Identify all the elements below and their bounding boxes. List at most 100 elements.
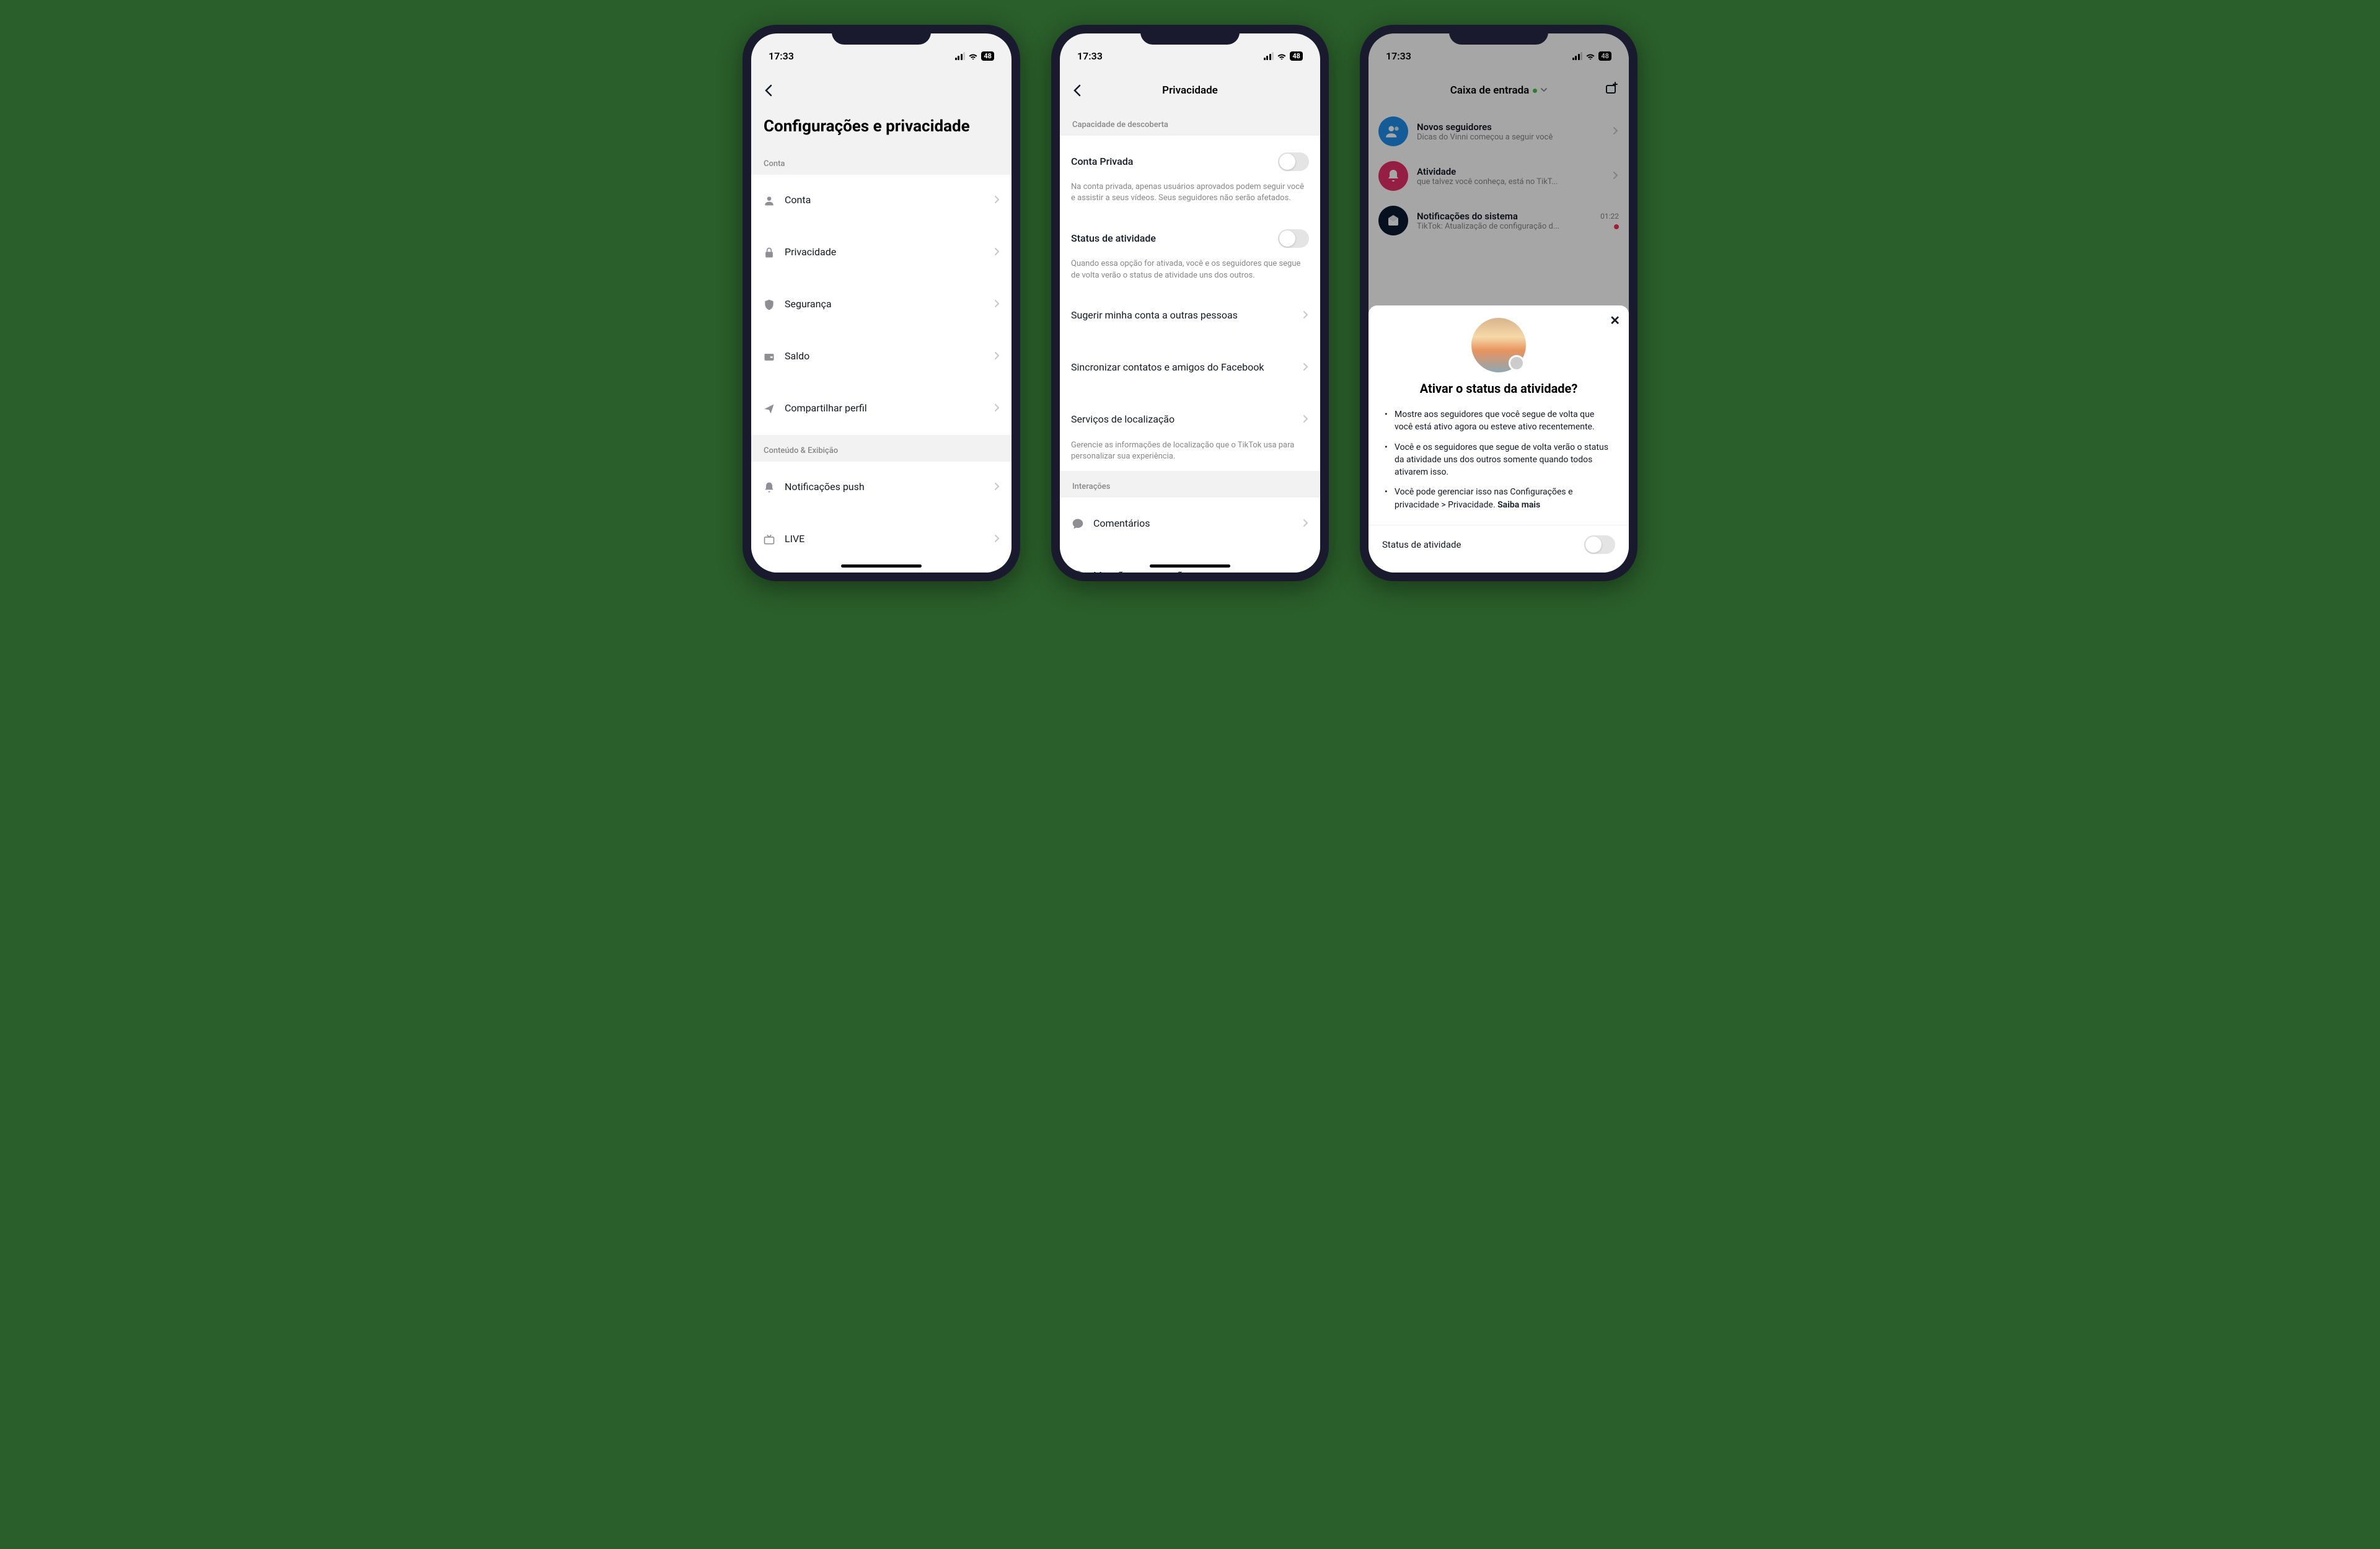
wifi-icon — [1277, 52, 1287, 59]
row-label: Compartilhar perfil — [785, 402, 985, 415]
learn-more-link[interactable]: Saiba mais — [1497, 500, 1540, 510]
sheet-activity-toggle[interactable] — [1584, 535, 1615, 554]
tv-icon — [762, 533, 776, 546]
wallet-icon — [762, 350, 776, 364]
privacy-scroll[interactable]: Capacidade de descoberta Conta Privada N… — [1060, 109, 1320, 573]
battery-icon: 48 — [981, 51, 994, 61]
phone-frame-inbox: 17:33 48 Caixa de entrada — [1360, 25, 1637, 581]
back-button[interactable] — [1070, 83, 1085, 98]
shield-icon — [762, 298, 776, 312]
at-icon — [1071, 569, 1085, 573]
row-label: LIVE — [785, 533, 985, 546]
notch — [832, 25, 931, 45]
activity-status-toggle[interactable] — [1278, 229, 1309, 248]
back-button[interactable] — [761, 83, 776, 98]
private-account-toggle[interactable] — [1278, 152, 1309, 171]
nav-header: Privacidade — [1060, 72, 1320, 109]
chevron-right-icon — [1303, 414, 1309, 426]
row-privacy[interactable]: Privacidade — [751, 227, 1011, 279]
signal-icon — [955, 52, 966, 60]
battery-icon: 48 — [1290, 51, 1303, 61]
section-discoverability: Capacidade de descoberta — [1060, 109, 1320, 136]
section-content-header: Conteúdo & Exibição — [751, 435, 1011, 462]
phone-frame-settings: 17:33 48 Configurações e privacidade Con… — [743, 25, 1020, 581]
chevron-right-icon — [994, 533, 1000, 545]
screen: 17:33 48 Configurações e privacidade Con… — [751, 33, 1011, 573]
screen: 17:33 48 Caixa de entrada — [1368, 33, 1629, 573]
row-label: Notificações push — [785, 481, 985, 494]
sheet-bullets: Mostre aos seguidores que você segue de … — [1368, 405, 1629, 515]
person-icon — [762, 194, 776, 208]
wifi-icon — [968, 52, 978, 59]
row-label: Segurança — [785, 298, 985, 311]
screen: 17:33 48 Privacidade Capacidade de desco… — [1060, 33, 1320, 573]
row-mentions[interactable]: Menções e marcações — [1060, 550, 1320, 573]
status-time: 17:33 — [1077, 50, 1190, 62]
sheet-toggle-label: Status de atividade — [1382, 539, 1461, 550]
location-desc: Gerencie as informações de localização q… — [1060, 440, 1320, 471]
chevron-right-icon — [1303, 570, 1309, 573]
row-label: Privacidade — [785, 246, 985, 259]
lock-icon — [762, 246, 776, 260]
chevron-right-icon — [1303, 362, 1309, 374]
row-comments[interactable]: Comentários — [1060, 498, 1320, 550]
row-private-account: Conta Privada — [1060, 136, 1320, 188]
row-account[interactable]: Conta — [751, 175, 1011, 227]
avatar — [1471, 318, 1526, 372]
notch — [1449, 25, 1548, 45]
chevron-right-icon — [1303, 518, 1309, 530]
bullet-item: Você pode gerenciar isso nas Configuraçõ… — [1385, 482, 1613, 515]
bell-icon — [762, 481, 776, 494]
row-security[interactable]: Segurança — [751, 279, 1011, 331]
activity-status-desc: Quando essa opção for ativada, você e os… — [1060, 258, 1320, 289]
row-label: Serviços de localização — [1071, 413, 1294, 426]
share-icon — [762, 402, 776, 416]
row-label: Sincronizar contatos e amigos do Faceboo… — [1071, 361, 1294, 374]
chevron-right-icon — [994, 195, 1000, 206]
chevron-right-icon — [994, 481, 1000, 493]
status-icons: 48 — [1190, 51, 1303, 61]
row-label: Menções e marcações — [1093, 569, 1294, 573]
home-indicator[interactable] — [1150, 564, 1230, 568]
activity-status-sheet: ✕ Ativar o status da atividade? Mostre a… — [1368, 305, 1629, 573]
list-discoverability: Conta Privada Na conta privada, apenas u… — [1060, 136, 1320, 471]
status-time: 17:33 — [769, 50, 881, 62]
section-account-header: Conta — [751, 148, 1011, 175]
list-interactions: Comentários Menções e marcações Mensagen… — [1060, 498, 1320, 573]
nav-header — [751, 72, 1011, 109]
row-sync-contacts[interactable]: Sincronizar contatos e amigos do Faceboo… — [1060, 342, 1320, 394]
row-label: Saldo — [785, 350, 985, 363]
row-live[interactable]: LIVE — [751, 514, 1011, 566]
row-share-profile[interactable]: Compartilhar perfil — [751, 383, 1011, 435]
nav-title: Privacidade — [1060, 84, 1320, 97]
bullet-item: Você e os seguidores que segue de volta … — [1385, 437, 1613, 483]
row-suggest-account[interactable]: Sugerir minha conta a outras pessoas — [1060, 290, 1320, 342]
row-label: Comentários — [1093, 517, 1294, 530]
list-account: Conta Privacidade Segurança Saldo — [751, 175, 1011, 435]
row-label: Status de atividade — [1071, 232, 1269, 245]
notch — [1140, 25, 1240, 45]
chevron-right-icon — [994, 351, 1000, 362]
sheet-title: Ativar o status da atividade? — [1368, 381, 1629, 405]
settings-scroll[interactable]: Configurações e privacidade Conta Conta … — [751, 109, 1011, 573]
chevron-right-icon — [994, 403, 1000, 415]
row-label: Conta Privada — [1071, 156, 1269, 169]
bullet-item: Mostre aos seguidores que você segue de … — [1385, 405, 1613, 437]
row-location-services[interactable]: Serviços de localização — [1060, 394, 1320, 446]
signal-icon — [1264, 52, 1274, 60]
comment-icon — [1071, 517, 1085, 530]
status-dot — [1509, 355, 1525, 371]
row-push-notifications[interactable]: Notificações push — [751, 462, 1011, 514]
chevron-right-icon — [994, 247, 1000, 258]
sheet-toggle-row: Status de atividade — [1368, 525, 1629, 554]
row-activity-status: Status de atividade — [1060, 213, 1320, 265]
chevron-right-icon — [994, 299, 1000, 310]
row-balance[interactable]: Saldo — [751, 331, 1011, 383]
row-label: Conta — [785, 194, 985, 207]
bullet-text: Você pode gerenciar isso nas Configuraçõ… — [1395, 487, 1573, 509]
chevron-right-icon — [1303, 310, 1309, 322]
phone-frame-privacy: 17:33 48 Privacidade Capacidade de desco… — [1051, 25, 1329, 581]
page-title: Configurações e privacidade — [751, 109, 1011, 148]
list-content: Notificações push LIVE Reprodução A Idio… — [751, 462, 1011, 573]
home-indicator[interactable] — [841, 564, 922, 568]
